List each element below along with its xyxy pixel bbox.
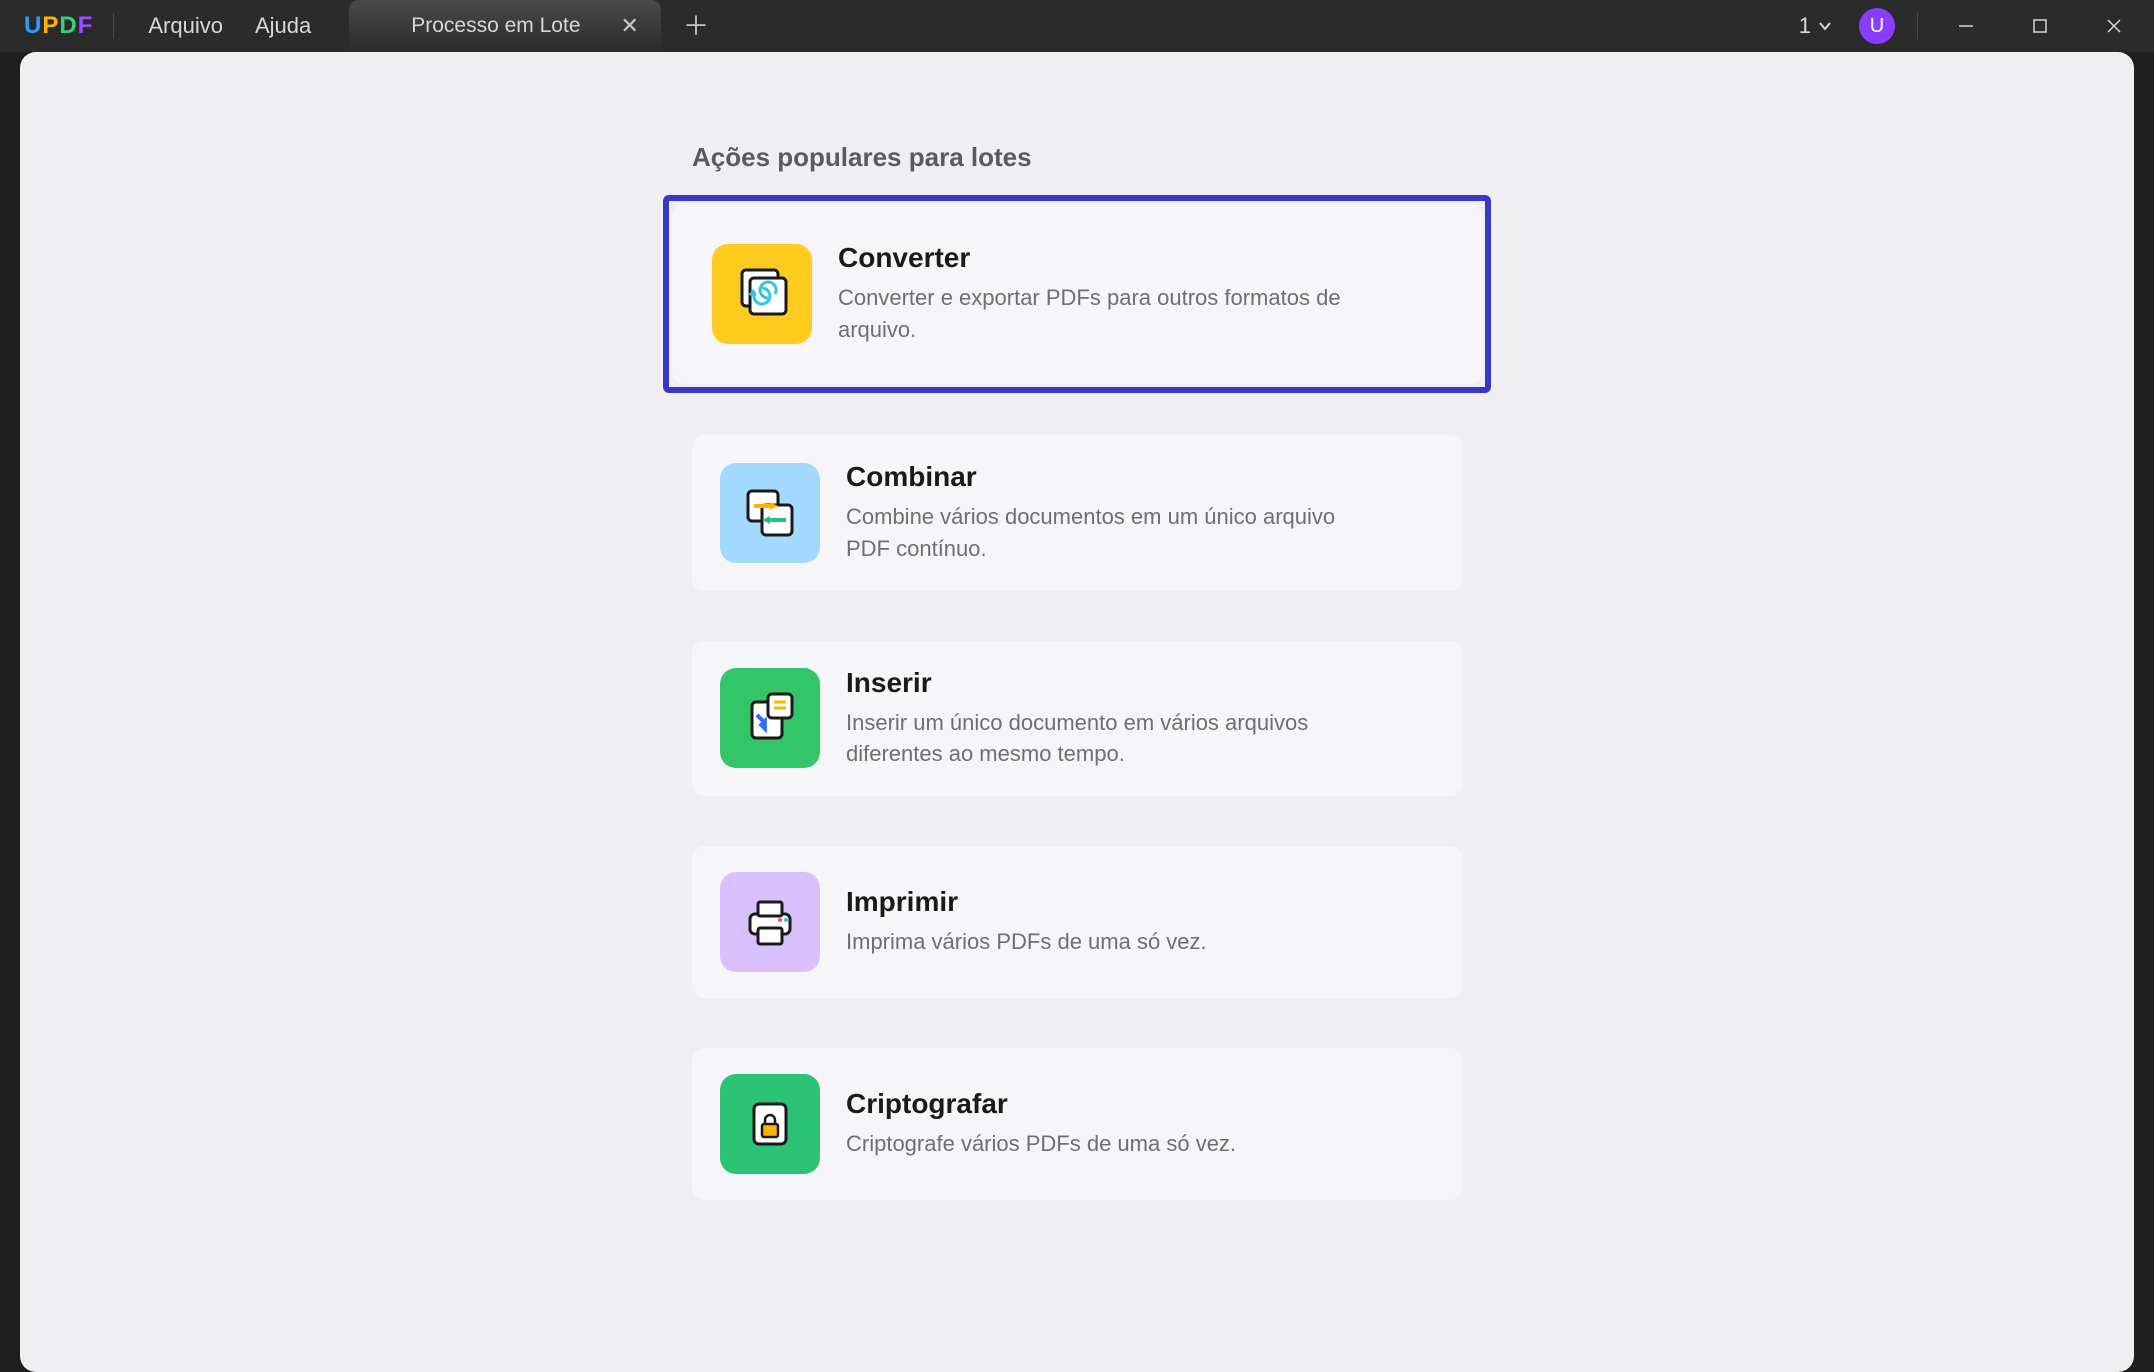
divider	[1917, 13, 1918, 39]
encrypt-icon	[720, 1074, 820, 1174]
card-desc: Combine vários documentos em um único ar…	[846, 501, 1366, 565]
card-wrap: Inserir Inserir um único documento em vá…	[684, 633, 1470, 805]
card-desc: Criptografe vários PDFs de uma só vez.	[846, 1128, 1366, 1160]
menu-help[interactable]: Ajuda	[239, 13, 327, 39]
close-button[interactable]	[2084, 0, 2144, 52]
card-convert[interactable]: Converter Converter e exportar PDFs para…	[672, 204, 1482, 384]
card-combine[interactable]: Combinar Combine vários documentos em um…	[692, 435, 1462, 591]
card-desc: Inserir um único documento em vários arq…	[846, 707, 1366, 771]
card-title: Criptografar	[846, 1088, 1434, 1120]
card-text: Combinar Combine vários documentos em um…	[846, 461, 1434, 565]
add-tab-icon[interactable]: ＋	[683, 13, 709, 39]
divider	[113, 13, 114, 39]
card-highlight-frame: Converter Converter e exportar PDFs para…	[663, 195, 1491, 393]
window-count-dropdown[interactable]: 1	[1791, 13, 1841, 39]
card-desc: Converter e exportar PDFs para outros fo…	[838, 282, 1358, 346]
convert-icon	[712, 244, 812, 344]
card-wrap: Criptografar Criptografe vários PDFs de …	[684, 1040, 1470, 1208]
card-text: Criptografar Criptografe vários PDFs de …	[846, 1088, 1434, 1160]
avatar-initial: U	[1870, 15, 1884, 38]
minimize-button[interactable]	[1936, 0, 1996, 52]
card-title: Imprimir	[846, 886, 1434, 918]
tab-batch-process[interactable]: Processo em Lote ✕	[349, 0, 661, 52]
section-title: Ações populares para lotes	[692, 142, 1462, 173]
card-desc: Imprima vários PDFs de uma só vez.	[846, 926, 1366, 958]
combine-icon	[720, 463, 820, 563]
card-wrap: Combinar Combine vários documentos em um…	[684, 427, 1470, 599]
main: Ações populares para lotes Converter Con…	[20, 52, 2134, 1242]
card-title: Converter	[838, 242, 1442, 274]
card-wrap: Imprimir Imprima vários PDFs de uma só v…	[684, 838, 1470, 1006]
card-text: Converter Converter e exportar PDFs para…	[838, 242, 1442, 346]
window-count: 1	[1799, 13, 1811, 39]
insert-icon	[720, 668, 820, 768]
card-title: Inserir	[846, 667, 1434, 699]
maximize-button[interactable]	[2010, 0, 2070, 52]
content-frame: Ações populares para lotes Converter Con…	[20, 52, 2134, 1372]
titlebar-right: 1 U	[1791, 0, 2154, 52]
close-icon	[2105, 17, 2123, 35]
card-title: Combinar	[846, 461, 1434, 493]
card-insert[interactable]: Inserir Inserir um único documento em vá…	[692, 641, 1462, 797]
avatar[interactable]: U	[1859, 8, 1895, 44]
chevron-down-icon	[1817, 18, 1833, 34]
menu-file[interactable]: Arquivo	[132, 13, 239, 39]
tab-label: Processo em Lote	[411, 14, 580, 38]
minimize-icon	[1957, 17, 1975, 35]
card-text: Inserir Inserir um único documento em vá…	[846, 667, 1434, 771]
card-encrypt[interactable]: Criptografar Criptografe vários PDFs de …	[692, 1048, 1462, 1200]
titlebar: UPDF Arquivo Ajuda Processo em Lote ✕ ＋ …	[0, 0, 2154, 52]
card-text: Imprimir Imprima vários PDFs de uma só v…	[846, 886, 1434, 958]
app-logo: UPDF	[24, 12, 93, 40]
maximize-icon	[2032, 18, 2048, 34]
close-tab-icon[interactable]: ✕	[617, 15, 643, 37]
print-icon	[720, 872, 820, 972]
card-print[interactable]: Imprimir Imprima vários PDFs de uma só v…	[692, 846, 1462, 998]
